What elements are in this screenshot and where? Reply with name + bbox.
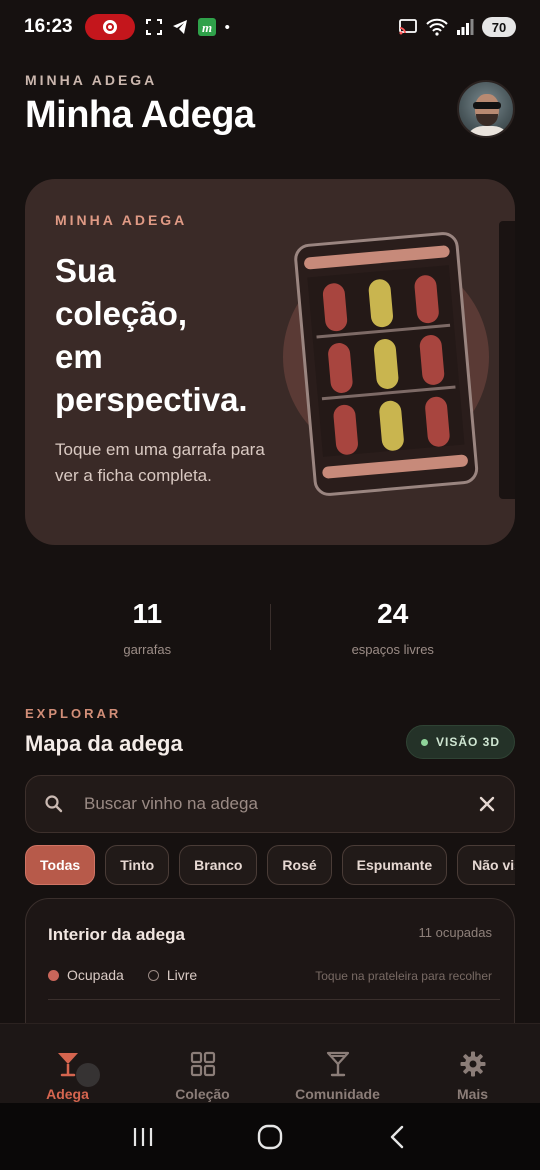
search-input[interactable] [84, 794, 478, 814]
system-nav-bar [0, 1103, 540, 1170]
occupied-dot-icon [48, 969, 59, 981]
dot-icon: • [224, 18, 230, 36]
search-bar[interactable] [25, 775, 515, 833]
recent-apps-icon[interactable] [128, 1122, 158, 1152]
hero-title: Sua coleção, em perspectiva. [55, 252, 248, 418]
nav-item-adega[interactable]: Adega [0, 1024, 135, 1103]
svg-text:m: m [202, 20, 212, 35]
nav-item-mais[interactable]: Mais [405, 1024, 540, 1103]
hero-subtitle: Toque em uma garrafa para ver a ficha co… [55, 440, 265, 485]
explore-overline: EXPLORAR [25, 706, 122, 721]
filter-chip-branco[interactable]: Branco [179, 845, 258, 885]
filter-chips: Todas Tinto Branco Rosé Espumante Não vi… [25, 845, 515, 885]
interior-hint: Toque na prateleira para recolher [315, 969, 492, 983]
filter-chip-nao-visivel[interactable]: Não visível [457, 845, 515, 885]
status-time: 16:23 [24, 16, 73, 37]
clear-icon[interactable] [478, 795, 496, 813]
hero-overline: MINHA ADEGA [55, 212, 188, 228]
signal-icon [457, 19, 474, 35]
filter-chip-rose[interactable]: Rosé [267, 845, 332, 885]
view-3d-dot-icon [420, 738, 428, 746]
wine-cellar-illustration [283, 232, 489, 496]
header-overline: MINHA ADEGA [25, 72, 158, 88]
filter-chip-tinto[interactable]: Tinto [105, 845, 170, 885]
home-icon[interactable] [255, 1122, 285, 1152]
wifi-icon [426, 18, 448, 36]
record-icon [84, 14, 135, 40]
status-bar: 16:23 m • 70 [0, 0, 540, 54]
stat-free-slots-value: 24 [377, 598, 409, 629]
filter-chip-todas[interactable]: Todas [25, 845, 96, 885]
telegram-icon [172, 20, 187, 34]
interior-divider [48, 999, 500, 1000]
page-header: MINHA ADEGA Minha Adega [25, 72, 515, 142]
view-3d-button[interactable]: VISÃO 3D [405, 725, 515, 759]
app-m-icon: m [197, 18, 216, 36]
nav-label-colecao: Coleção [175, 1086, 230, 1102]
back-icon[interactable] [382, 1122, 412, 1152]
nav-item-comunidade[interactable]: Comunidade [270, 1024, 405, 1103]
view-3d-label: VISÃO 3D [435, 735, 500, 749]
filter-chip-espumante[interactable]: Espumante [341, 845, 448, 885]
legend-free-label: Livre [166, 967, 198, 983]
cocktail-icon [326, 1051, 349, 1077]
stats-row: 11 garrafas 24 espaços livres [25, 590, 515, 670]
legend-occupied-label: Ocupada [67, 967, 124, 983]
interior-count: 11 ocupadas [418, 925, 493, 940]
stat-bottles-value: 11 [132, 598, 163, 629]
stat-free-slots-label: espaços livres [351, 642, 434, 657]
bottom-nav: Adega Coleção Comunidade Mais [0, 1023, 540, 1103]
nav-label-adega: Adega [46, 1086, 89, 1102]
stat-bottles: 11 garrafas [25, 590, 270, 670]
interior-title: Interior da adega [48, 925, 185, 944]
hero-card: MINHA ADEGA Sua coleção, em perspectiva.… [25, 179, 515, 545]
section-title: Mapa da adega [25, 731, 183, 756]
battery-level: 70 [482, 17, 516, 37]
interior-legend: Ocupada Livre [48, 967, 197, 983]
free-dot-icon [147, 969, 159, 981]
screenshot-icon [145, 19, 162, 35]
avatar[interactable] [457, 80, 515, 138]
stat-free-slots: 24 espaços livres [271, 590, 516, 670]
stat-bottles-label: garrafas [123, 642, 172, 657]
page-title: Minha Adega [25, 94, 255, 136]
cast-icon [399, 19, 417, 35]
grid-icon [190, 1051, 215, 1077]
nav-label-mais: Mais [456, 1086, 489, 1102]
gear-icon [460, 1051, 485, 1077]
nav-label-comunidade: Comunidade [295, 1086, 380, 1102]
touch-indicator [76, 1063, 100, 1087]
search-icon [45, 795, 63, 813]
nav-item-colecao[interactable]: Coleção [135, 1024, 270, 1103]
